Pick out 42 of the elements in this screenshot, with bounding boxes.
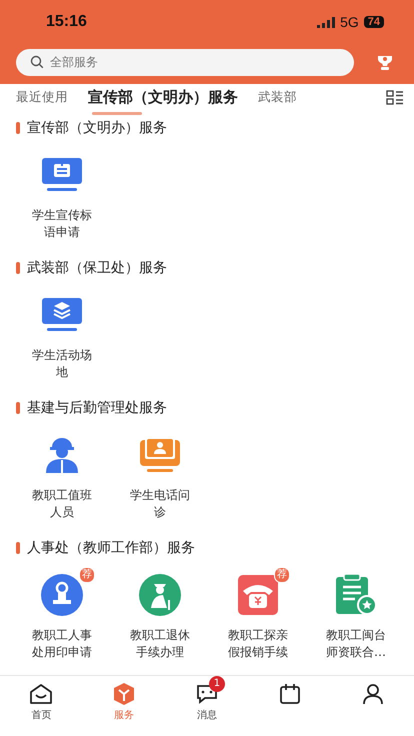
calendar-icon[interactable] (278, 683, 301, 705)
nav-label[interactable]: 首页 (31, 708, 52, 722)
clipboard-star-icon[interactable] (334, 574, 378, 616)
home-icon[interactable] (29, 683, 54, 705)
section-title: 宣传部（文明办）服务 (27, 119, 167, 137)
section-marker (16, 402, 20, 414)
status-time: 15:16 (46, 13, 87, 31)
recommend-badge: 荐 (274, 567, 290, 583)
network-label: 5G (340, 14, 359, 30)
service-label[interactable]: 教职工探亲假报销手续 (224, 627, 292, 661)
service-label[interactable]: 教职工闽台师资联合… (322, 627, 390, 661)
section-marker (16, 542, 20, 554)
battery-level: 74 (364, 16, 384, 28)
section-marker (16, 262, 20, 274)
recommend-badge: 荐 (79, 567, 95, 583)
service-label[interactable]: 学生电话问诊 (126, 487, 194, 521)
category-tab[interactable]: 最近使用 (16, 85, 68, 110)
cube-icon[interactable] (112, 682, 136, 706)
search-icon (30, 55, 44, 69)
seal-stamp-icon[interactable] (41, 574, 83, 616)
unread-badge: 1 (208, 676, 225, 692)
category-tab[interactable]: 武装部 (258, 85, 297, 110)
service-label[interactable]: 教职工退休手续办理 (126, 627, 194, 661)
section-marker (16, 122, 20, 134)
service-label[interactable]: 学生活动场地 (28, 347, 96, 381)
signal-icon (317, 16, 336, 28)
service-label[interactable]: 教职工值班人员 (28, 487, 96, 521)
section-title: 武装部（保卫处）服务 (27, 259, 167, 277)
service-label[interactable]: 教职工人事处用印申请 (28, 627, 96, 661)
service-label[interactable]: 学生宣传标语申请 (28, 207, 96, 241)
signboard-icon[interactable] (40, 158, 84, 192)
search-field[interactable]: 全部服务 (16, 48, 354, 76)
grid-list-icon[interactable] (386, 90, 404, 106)
section-title: 人事处（教师工作部）服务 (27, 539, 195, 557)
elderly-person-icon[interactable] (139, 574, 181, 616)
video-consult-icon[interactable] (139, 437, 181, 473)
section-title: 基建与后勤管理处服务 (27, 399, 167, 417)
trophy-icon[interactable] (376, 53, 394, 71)
nav-label[interactable]: 消息 (196, 708, 217, 722)
person-icon[interactable] (362, 683, 384, 705)
telephone-icon[interactable] (238, 575, 278, 615)
layers-icon[interactable] (40, 298, 84, 332)
